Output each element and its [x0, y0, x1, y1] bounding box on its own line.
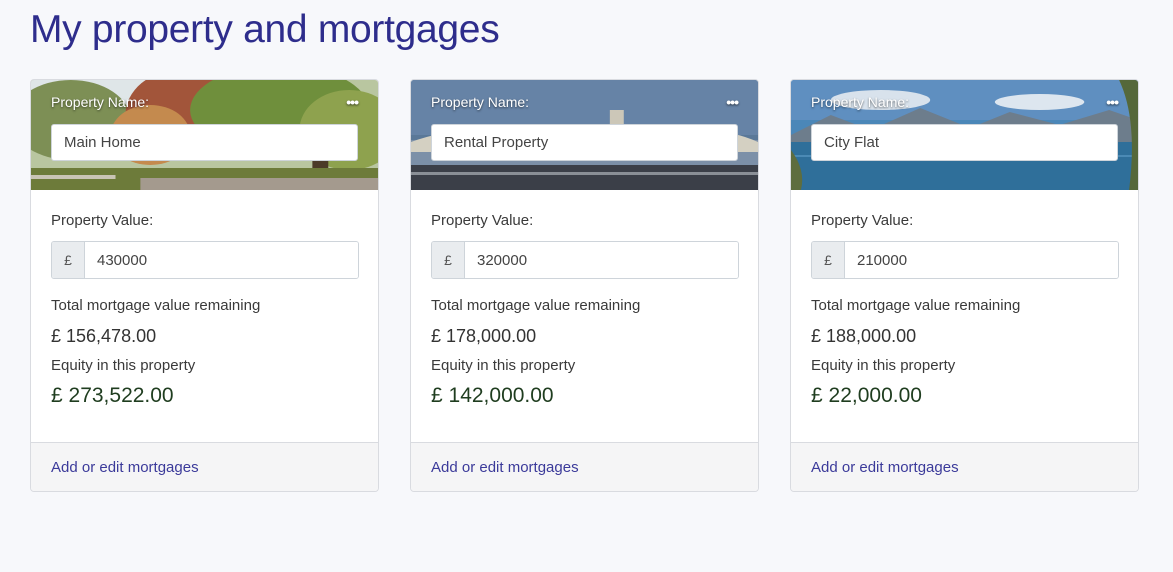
more-options-icon[interactable]: ••• — [726, 94, 739, 110]
property-card-body: Property Value: £ Total mortgage value r… — [31, 190, 378, 443]
property-card-header: Property Name: ••• — [31, 80, 378, 190]
property-name-input[interactable] — [431, 124, 738, 161]
mortgage-remaining-label: Total mortgage value remaining — [51, 297, 261, 314]
property-card: Property Name: ••• Property Value: £ Tot… — [790, 79, 1139, 492]
page-title: My property and mortgages — [30, 8, 500, 51]
property-value-group: £ — [431, 241, 739, 279]
property-value-group: £ — [811, 241, 1119, 279]
equity-value: £ 22,000.00 — [811, 384, 922, 407]
property-card-footer: Add or edit mortgages — [411, 442, 758, 491]
equity-value: £ 273,522.00 — [51, 384, 174, 407]
mortgage-remaining-value: £ 178,000.00 — [431, 326, 537, 346]
property-value-input[interactable] — [845, 242, 1118, 278]
property-card: Property Name: ••• Property Value: £ Tot… — [410, 79, 759, 492]
mortgage-remaining-label: Total mortgage value remaining — [811, 297, 1021, 314]
property-value-group: £ — [51, 241, 359, 279]
property-name-label: Property Name: — [431, 94, 530, 110]
property-cards: Property Name: ••• Property Value: £ Tot… — [30, 79, 1139, 492]
property-card-header: Property Name: ••• — [411, 80, 758, 190]
currency-addon: £ — [52, 242, 85, 278]
property-name-input[interactable] — [811, 124, 1118, 161]
property-card-footer: Add or edit mortgages — [31, 442, 378, 491]
equity-label: Equity in this property — [811, 357, 956, 374]
mortgage-remaining-value: £ 188,000.00 — [811, 326, 917, 346]
property-value-input[interactable] — [465, 242, 738, 278]
property-card-body: Property Value: £ Total mortgage value r… — [411, 190, 758, 443]
edit-mortgages-link[interactable]: Add or edit mortgages — [811, 459, 959, 476]
property-name-label: Property Name: — [51, 94, 150, 110]
property-card: Property Name: ••• Property Value: £ Tot… — [30, 79, 379, 492]
property-name-input[interactable] — [51, 124, 358, 161]
property-card-body: Property Value: £ Total mortgage value r… — [791, 190, 1138, 443]
currency-addon: £ — [812, 242, 845, 278]
property-value-input[interactable] — [85, 242, 358, 278]
property-value-label: Property Value: — [811, 212, 914, 229]
property-card-header: Property Name: ••• — [791, 80, 1138, 190]
equity-label: Equity in this property — [51, 357, 196, 374]
edit-mortgages-link[interactable]: Add or edit mortgages — [431, 459, 579, 476]
edit-mortgages-link[interactable]: Add or edit mortgages — [51, 459, 199, 476]
equity-value: £ 142,000.00 — [431, 384, 554, 407]
equity-label: Equity in this property — [431, 357, 576, 374]
currency-addon: £ — [432, 242, 465, 278]
more-options-icon[interactable]: ••• — [346, 94, 359, 110]
more-options-icon[interactable]: ••• — [1106, 94, 1119, 110]
mortgage-remaining-label: Total mortgage value remaining — [431, 297, 641, 314]
property-value-label: Property Value: — [431, 212, 534, 229]
mortgage-remaining-value: £ 156,478.00 — [51, 326, 157, 346]
property-value-label: Property Value: — [51, 212, 154, 229]
property-card-footer: Add or edit mortgages — [791, 442, 1138, 491]
property-name-label: Property Name: — [811, 94, 910, 110]
